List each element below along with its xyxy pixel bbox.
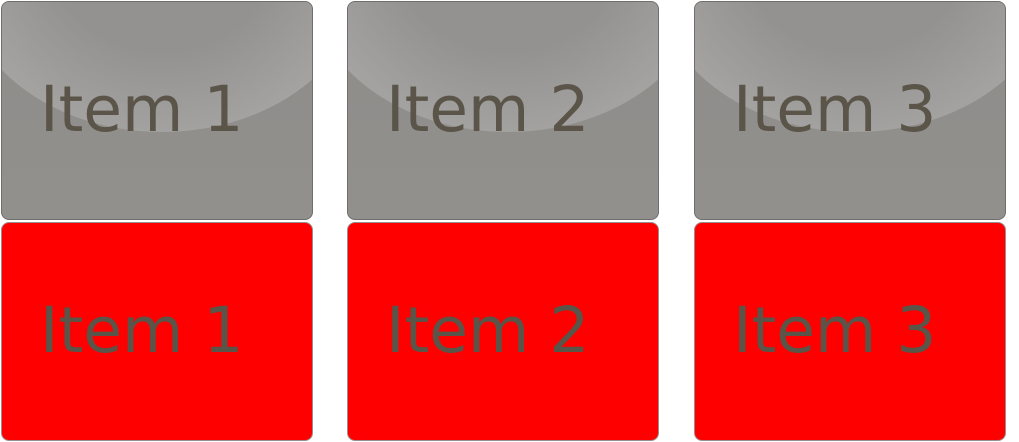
item-2-glossy-button[interactable]: Item 2 (347, 1, 659, 220)
item-label: Item 1 (40, 294, 244, 367)
item-label: Item 2 (386, 294, 590, 367)
item-label: Item 1 (40, 73, 244, 146)
item-1-glossy-button[interactable]: Item 1 (1, 1, 313, 220)
item-2-red-button[interactable]: Item 2 (347, 222, 659, 441)
item-3-glossy-button[interactable]: Item 3 (694, 1, 1006, 220)
item-1-red-button[interactable]: Item 1 (1, 222, 313, 441)
item-3-red-button[interactable]: Item 3 (694, 222, 1006, 441)
item-label: Item 3 (733, 294, 937, 367)
item-label: Item 2 (386, 73, 590, 146)
item-label: Item 3 (733, 73, 937, 146)
